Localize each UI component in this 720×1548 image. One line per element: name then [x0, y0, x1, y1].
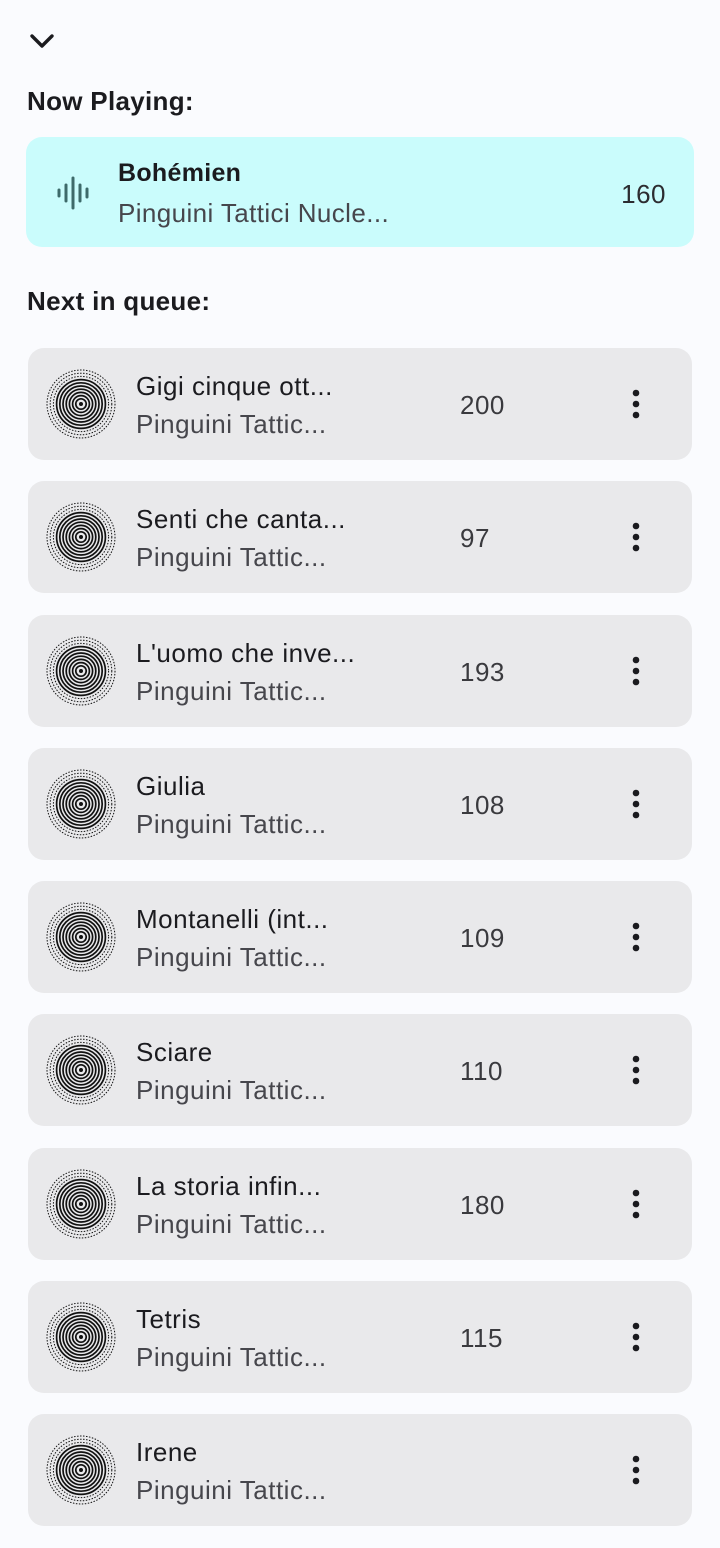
queue-item[interactable]: La storia infin... Pinguini Tattic... 18…: [28, 1147, 692, 1260]
more-options-button[interactable]: [620, 1315, 652, 1359]
queue-item-artist: Pinguini Tattic...: [136, 1342, 327, 1373]
queue-item-number: 109: [460, 923, 505, 954]
queue-item-title: Montanelli (int...: [136, 904, 329, 935]
album-art-icon: [46, 769, 116, 839]
queue-item[interactable]: Senti che canta... Pinguini Tattic... 97: [28, 481, 692, 594]
queue-item-title: Irene: [136, 1437, 198, 1468]
more-options-button[interactable]: [620, 515, 652, 559]
queue-item-artist: Pinguini Tattic...: [136, 942, 327, 973]
queue-item-title: Giulia: [136, 770, 206, 801]
queue-item[interactable]: Sciare Pinguini Tattic... 110: [28, 1014, 692, 1127]
more-options-button[interactable]: [620, 915, 652, 959]
queue-item-artist: Pinguini Tattic...: [136, 542, 327, 573]
now-playing-title: Bohémien: [118, 159, 242, 187]
more-vertical-icon: [632, 522, 640, 552]
queue-item-title: Gigi cinque ott...: [136, 371, 333, 401]
chevron-down-icon: [30, 34, 54, 48]
album-art-icon: [46, 1302, 116, 1372]
queue-item-title: La storia infin...: [136, 1170, 322, 1201]
queue-item-artist: Pinguini Tattic...: [136, 808, 327, 839]
album-art-icon: [46, 636, 116, 706]
queue-item-title: L'uomo che inve...: [136, 637, 356, 668]
queue-item-number: 115: [460, 1323, 503, 1354]
sound-wave-icon: [57, 176, 89, 210]
more-vertical-icon: [632, 389, 640, 419]
more-options-button[interactable]: [620, 1182, 652, 1226]
queue-item-number: 108: [460, 789, 505, 820]
more-vertical-icon: [632, 922, 640, 952]
queue-item-artist: Pinguini Tattic...: [136, 675, 327, 706]
queue-list: Gigi cinque ott... Pinguini Tattic... 20…: [28, 348, 692, 1548]
queue-item[interactable]: Gigi cinque ott... Pinguini Tattic... 20…: [28, 348, 692, 460]
queue-item[interactable]: Giulia Pinguini Tattic... 108: [28, 747, 692, 860]
now-playing-artist: Pinguini Tattici Nucle...: [118, 198, 390, 228]
more-options-button[interactable]: [620, 649, 652, 693]
queue-item[interactable]: Tetris Pinguini Tattic... 115: [28, 1281, 692, 1394]
now-playing-number: 160: [621, 179, 666, 209]
queue-item-artist: Pinguini Tattic...: [136, 1075, 327, 1106]
album-art-icon: [46, 369, 116, 439]
more-vertical-icon: [632, 656, 640, 685]
queue-item-number: 97: [460, 523, 490, 554]
next-in-queue-heading: Next in queue:: [27, 286, 211, 316]
queue-item-title: Senti che canta...: [136, 504, 346, 535]
queue-item[interactable]: Irene Pinguini Tattic...: [28, 1414, 692, 1527]
album-art-icon: [46, 902, 116, 972]
queue-item-artist: Pinguini Tattic...: [136, 1475, 327, 1506]
album-art-icon: [46, 1035, 116, 1105]
more-vertical-icon: [632, 1456, 640, 1485]
queue-item-number: 193: [460, 656, 505, 687]
more-vertical-icon: [632, 1056, 640, 1085]
now-playing-heading: Now Playing:: [27, 86, 194, 116]
more-options-button[interactable]: [620, 782, 652, 826]
album-art-icon: [46, 1435, 116, 1505]
more-options-button[interactable]: [620, 1448, 652, 1492]
collapse-button[interactable]: [24, 26, 60, 56]
queue-item[interactable]: L'uomo che inve... Pinguini Tattic... 19…: [28, 614, 692, 727]
more-vertical-icon: [632, 789, 640, 819]
queue-item-title: Sciare: [136, 1037, 213, 1068]
queue-item-artist: Pinguini Tattic...: [136, 1208, 327, 1239]
queue-item-title: Tetris: [136, 1304, 202, 1335]
more-options-button[interactable]: [620, 1048, 652, 1092]
more-vertical-icon: [632, 1189, 640, 1219]
more-options-button[interactable]: [620, 382, 652, 426]
queue-item-number: 110: [460, 1056, 503, 1087]
queue-item-number: 180: [460, 1189, 505, 1220]
album-art-icon: [46, 502, 116, 572]
album-art-icon: [46, 1169, 116, 1239]
queue-item[interactable]: Montanelli (int... Pinguini Tattic... 10…: [28, 881, 692, 994]
queue-item-number: 200: [460, 390, 505, 420]
now-playing-card[interactable]: Bohémien Pinguini Tattici Nucle... 160: [26, 137, 694, 247]
more-vertical-icon: [632, 1322, 640, 1352]
queue-item-artist: Pinguini Tattic...: [136, 409, 327, 439]
